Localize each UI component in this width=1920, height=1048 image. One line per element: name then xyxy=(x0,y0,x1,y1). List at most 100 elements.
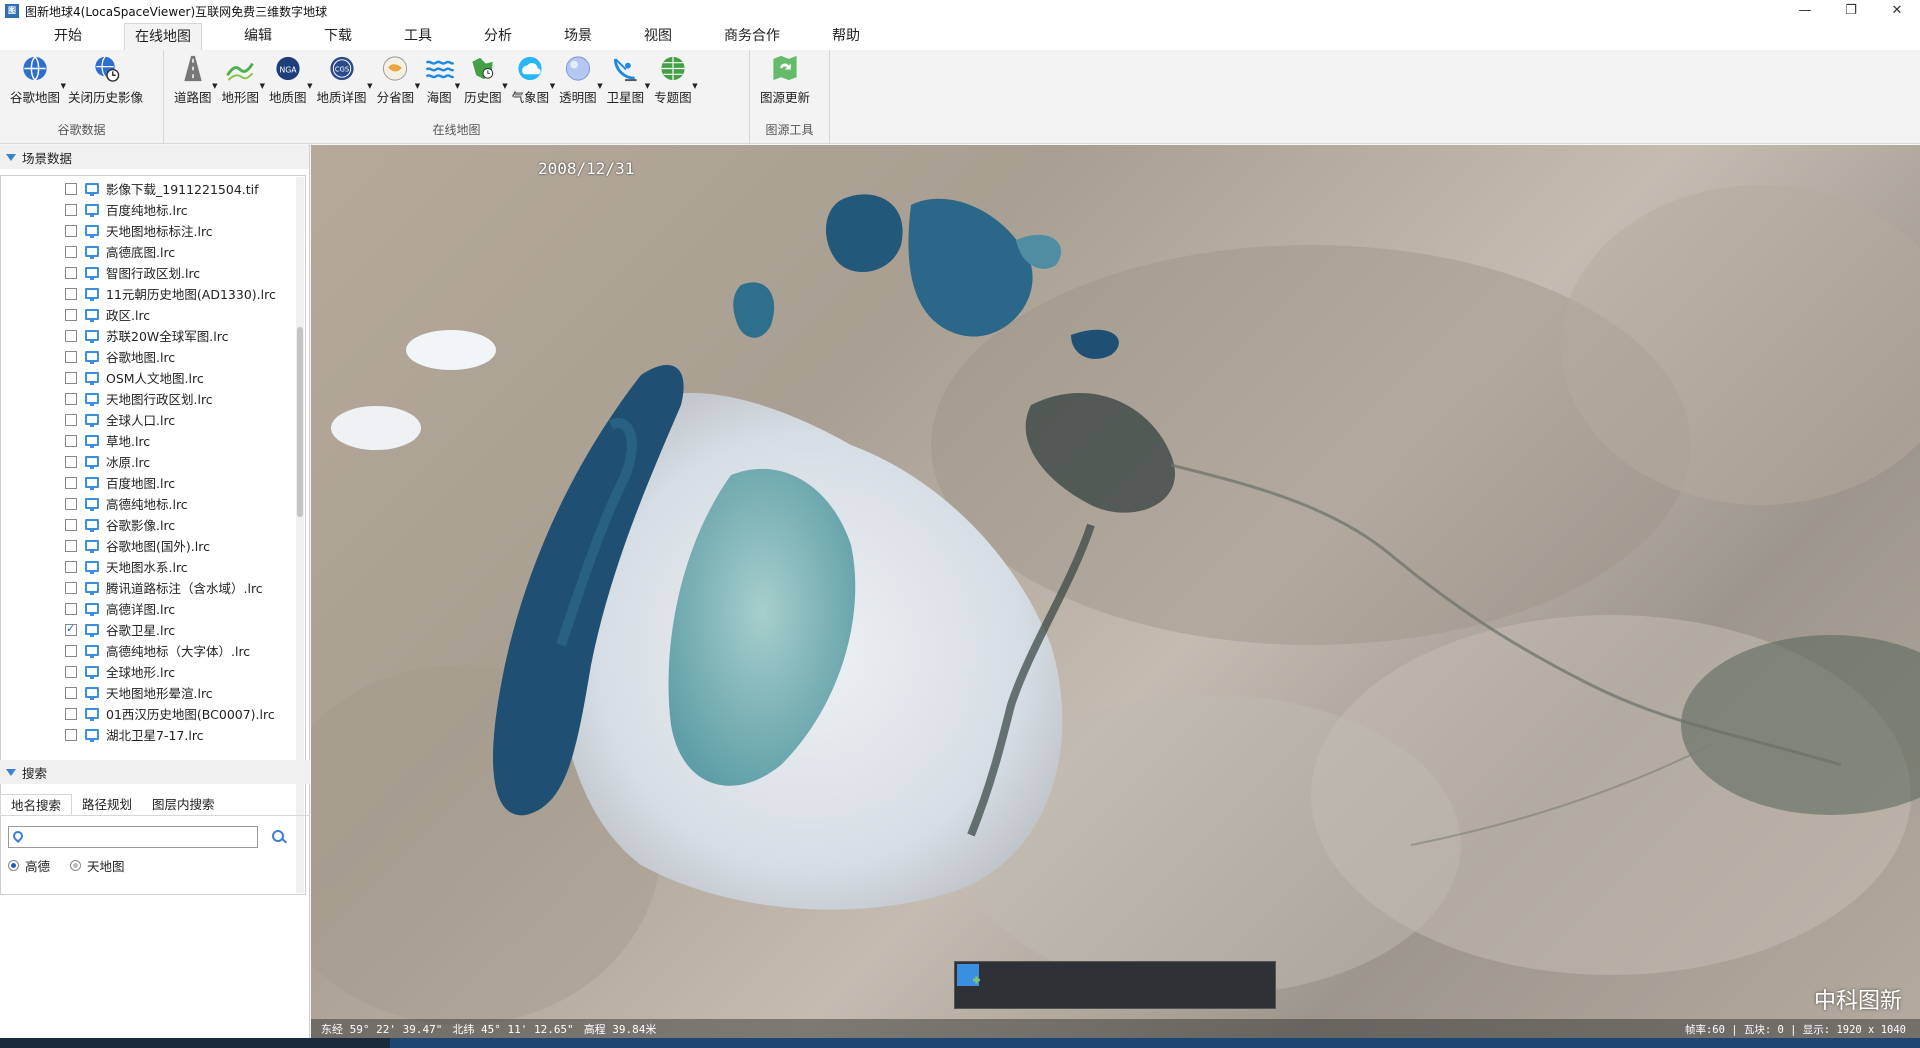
scene-data-header[interactable]: 场景数据 xyxy=(0,145,309,169)
menu-tab-scene[interactable]: 场景 xyxy=(554,23,602,50)
weather-map-button[interactable]: 气象图 ▼ xyxy=(508,52,555,108)
layer-row[interactable]: 天地图地标标注.lrc xyxy=(1,220,305,241)
layer-checkbox[interactable] xyxy=(65,413,77,426)
layer-checkbox[interactable] xyxy=(65,665,77,678)
geology-map-button[interactable]: NGA 地质图 ▼ xyxy=(265,52,313,108)
layer-row[interactable]: 智图行政区划.lrc xyxy=(1,262,305,283)
satellite-map-button[interactable]: 卫星图 ▼ xyxy=(603,52,650,108)
google-map-label: 谷歌地图 xyxy=(10,90,61,105)
layer-checkbox[interactable] xyxy=(65,224,77,237)
layer-checkbox[interactable] xyxy=(65,707,77,720)
maximize-button[interactable]: ❐ xyxy=(1828,0,1874,22)
layer-checkbox[interactable] xyxy=(65,182,77,195)
layer-row[interactable]: 苏联20W全球军图.lrc xyxy=(1,325,305,346)
layer-row[interactable]: 天地图行政区划.lrc xyxy=(1,388,305,409)
layer-checkbox[interactable] xyxy=(65,455,77,468)
menu-tab-tools[interactable]: 工具 xyxy=(394,23,442,50)
tab-route-planning[interactable]: 路径规划 xyxy=(72,794,142,815)
layer-row[interactable]: OSM人文地图.lrc xyxy=(1,367,305,388)
menu-tab-help[interactable]: 帮助 xyxy=(822,23,870,50)
layer-row[interactable]: 11元朝历史地图(AD1330).lrc xyxy=(1,283,305,304)
thematic-map-button[interactable]: 专题图 ▼ xyxy=(650,52,698,108)
layer-row[interactable]: 百度地图.lrc xyxy=(1,472,305,493)
layer-row[interactable]: 百度纯地标.lrc xyxy=(1,199,305,220)
close-button[interactable]: ✕ xyxy=(1874,0,1920,22)
layer-row[interactable]: 天地图水系.lrc xyxy=(1,556,305,577)
search-icon[interactable] xyxy=(268,826,290,848)
minimize-button[interactable]: — xyxy=(1782,0,1828,22)
layer-checkbox[interactable] xyxy=(65,203,77,216)
layer-row[interactable]: 高德纯地标.lrc xyxy=(1,493,305,514)
sea-chart-label: 海图 xyxy=(426,90,452,105)
layer-row[interactable]: 01西汉历史地图(BC0007).lrc xyxy=(1,703,305,724)
map-view[interactable]: 2008/12/31 中科图新 东经 59° 22' 39.47" 北纬 45°… xyxy=(311,145,1920,1038)
chevron-down-icon[interactable]: ▼ xyxy=(692,82,697,90)
menu-tab-download[interactable]: 下载 xyxy=(314,23,362,50)
menu-tab-online-map[interactable]: 在线地图 xyxy=(124,23,202,50)
menu-tab-business[interactable]: 商务合作 xyxy=(714,23,790,50)
road-map-button[interactable]: 道路图 ▼ xyxy=(170,52,218,108)
layer-name: 谷歌影像.lrc xyxy=(106,518,176,533)
tab-layer-search[interactable]: 图层内搜索 xyxy=(142,794,225,815)
radio-tianditu[interactable] xyxy=(70,860,82,871)
layer-checkbox[interactable] xyxy=(65,560,77,573)
collapse-triangle-icon[interactable] xyxy=(6,768,16,776)
google-map-button[interactable]: 谷歌地图 ▼ xyxy=(6,52,66,108)
layer-row[interactable]: 冰原.lrc xyxy=(1,451,305,472)
collapse-triangle-icon[interactable] xyxy=(6,153,16,161)
layer-checkbox[interactable] xyxy=(65,287,77,300)
layer-checkbox[interactable] xyxy=(65,266,77,279)
layer-checkbox[interactable] xyxy=(65,350,77,363)
layer-checkbox[interactable] xyxy=(65,602,77,615)
layer-checkbox[interactable] xyxy=(65,434,77,447)
menu-tab-start[interactable]: 开始 xyxy=(44,23,92,50)
layer-row[interactable]: 腾讯道路标注（含水域）.lrc xyxy=(1,577,305,598)
layer-checkbox[interactable] xyxy=(65,581,77,594)
layer-row[interactable]: 草地.lrc xyxy=(1,430,305,451)
layer-row[interactable]: 高德纯地标（大字体）.lrc xyxy=(1,640,305,661)
layer-row[interactable]: 谷歌卫星.lrc xyxy=(1,619,305,640)
layer-row[interactable]: 全球人口.lrc xyxy=(1,409,305,430)
history-map-button[interactable]: 历史图 ▼ xyxy=(460,52,508,108)
terrain-map-button[interactable]: 地形图 ▼ xyxy=(218,52,265,108)
layer-row[interactable]: 湖北卫星7-17.lrc xyxy=(1,724,305,745)
radio-amap[interactable] xyxy=(8,860,19,871)
layer-row[interactable]: 谷歌地图(国外).lrc xyxy=(1,535,305,556)
scrollbar-thumb[interactable] xyxy=(297,327,303,517)
menu-tab-analysis[interactable]: 分析 xyxy=(474,23,522,50)
transparent-map-button[interactable]: 透明图 ▼ xyxy=(555,52,603,108)
layer-checkbox[interactable] xyxy=(65,728,77,741)
search-input[interactable] xyxy=(8,826,258,848)
layer-checkbox[interactable] xyxy=(65,308,77,321)
layer-row[interactable]: 影像下载_1911221504.tif xyxy=(1,178,305,199)
province-map-button[interactable]: 分省图 ▼ xyxy=(373,52,420,108)
layer-checkbox[interactable] xyxy=(65,518,77,531)
layer-checkbox[interactable] xyxy=(65,329,77,342)
layer-row[interactable]: 高德详图.lrc xyxy=(1,598,305,619)
close-history-imagery-button[interactable]: 关闭历史影像 xyxy=(64,52,147,108)
sea-chart-button[interactable]: 海图 ▼ xyxy=(420,52,460,108)
layer-row[interactable]: 全球地形.lrc xyxy=(1,661,305,682)
tab-place-search[interactable]: 地名搜索 xyxy=(0,794,73,815)
layer-checkbox[interactable] xyxy=(65,392,77,405)
geology-detail-button[interactable]: CGS 地质详图 ▼ xyxy=(313,52,373,108)
layer-row[interactable]: 天地图地形晕渲.lrc xyxy=(1,682,305,703)
menu-tab-edit[interactable]: 编辑 xyxy=(234,23,282,50)
source-update-button[interactable]: 图源更新 xyxy=(756,52,814,108)
layer-checkbox[interactable] xyxy=(65,539,77,552)
search-header[interactable]: 搜索 xyxy=(0,760,310,784)
layer-checkbox[interactable] xyxy=(65,371,77,384)
layer-row[interactable]: 高德底图.lrc xyxy=(1,241,305,262)
layer-row[interactable]: 政区.lrc xyxy=(1,304,305,325)
measure-chart-icon[interactable] xyxy=(955,962,981,988)
layer-checkbox[interactable] xyxy=(65,686,77,699)
layer-checkbox[interactable] xyxy=(65,497,77,510)
menu-tab-view[interactable]: 视图 xyxy=(634,23,682,50)
layer-checkbox[interactable] xyxy=(65,622,77,636)
layer-row[interactable]: 谷歌地图.lrc xyxy=(1,346,305,367)
layer-monitor-icon xyxy=(85,603,99,616)
layer-checkbox[interactable] xyxy=(65,644,77,657)
layer-row[interactable]: 谷歌影像.lrc xyxy=(1,514,305,535)
layer-checkbox[interactable] xyxy=(65,476,77,489)
layer-checkbox[interactable] xyxy=(65,245,77,258)
